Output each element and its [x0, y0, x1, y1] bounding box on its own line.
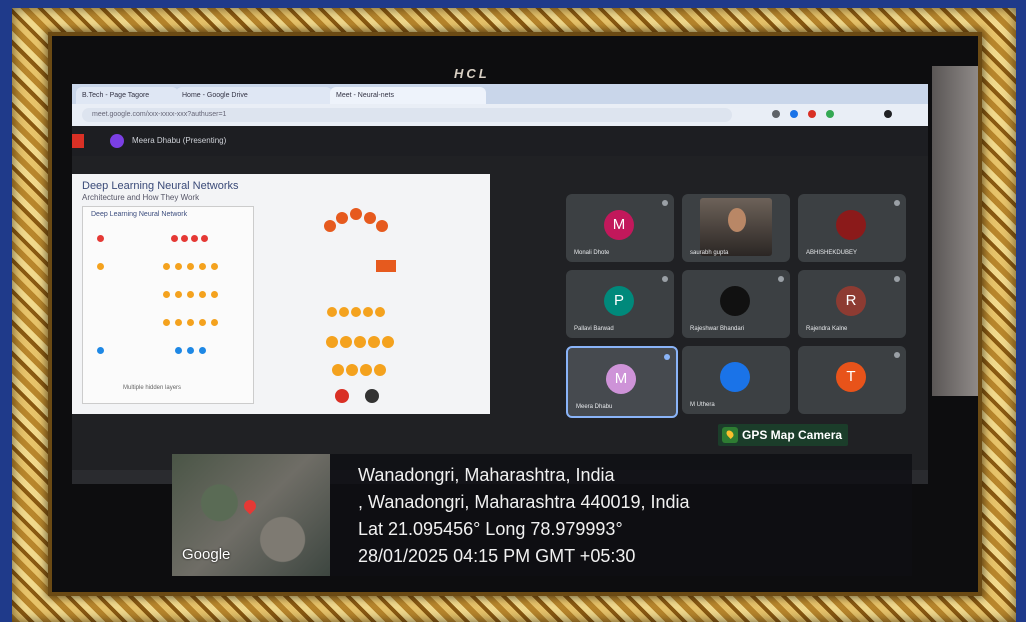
speaking-icon	[664, 354, 670, 360]
meet-header: Meera Dhabu (Presenting)	[72, 126, 928, 156]
participant-tile[interactable]: saurabh gupta	[682, 194, 790, 262]
hidden-node	[163, 291, 170, 298]
participant-avatar: R	[836, 286, 866, 316]
profile-avatar[interactable]	[884, 110, 892, 118]
participant-tile[interactable]: P Pallavi Barwad	[566, 270, 674, 338]
output-node	[199, 347, 206, 354]
participant-tile[interactable]: M Uthera	[682, 346, 790, 414]
feature-hierarchy-diagram	[324, 208, 396, 403]
hidden-node	[175, 291, 182, 298]
presenter-label: Meera Dhabu (Presenting)	[132, 136, 227, 145]
input-node	[171, 235, 178, 242]
mic-icon	[662, 276, 668, 282]
gps-app-name: GPS Map Camera	[742, 428, 843, 442]
output-node	[187, 347, 194, 354]
mic-icon	[894, 276, 900, 282]
participant-tile[interactable]: ABHISHEKDUBEY	[798, 194, 906, 262]
hidden-node	[199, 319, 206, 326]
extension-icon[interactable]	[790, 110, 798, 118]
gps-text: Wanadongri, Maharashtra, India , Wanadon…	[358, 462, 690, 570]
neural-network-diagram: Deep Learning Neural Network Multiple hi…	[82, 206, 254, 404]
legend-output-node	[97, 347, 104, 354]
hidden-node	[175, 263, 182, 270]
participant-tile[interactable]: R Rajendra Kalne	[798, 270, 906, 338]
map-thumbnail: Google	[172, 454, 330, 576]
hidden-node	[187, 263, 194, 270]
hidden-node	[163, 319, 170, 326]
participant-tile[interactable]: T	[798, 346, 906, 414]
participant-name: saurabh gupta	[690, 250, 729, 256]
presenter-avatar	[110, 134, 124, 148]
face	[728, 208, 746, 232]
map-provider-label: Google	[182, 546, 231, 563]
mic-icon	[662, 200, 668, 206]
participant-name: Rajendra Kalne	[806, 326, 848, 332]
ornate-photo-frame: HCL B.Tech - Page Tagore Home - Google D…	[12, 8, 1016, 622]
participant-name: Meera Dhabu	[576, 404, 613, 410]
browser-tab[interactable]: Home - Google Drive	[176, 87, 332, 104]
laptop-brand-logo: HCL	[454, 66, 490, 81]
participant-video	[700, 198, 772, 256]
participant-name: M Uthera	[690, 402, 715, 408]
participant-avatar: P	[604, 286, 634, 316]
participant-avatar	[836, 210, 866, 240]
gps-datetime: 28/01/2025 04:15 PM GMT +05:30	[358, 546, 636, 566]
output-node	[175, 347, 182, 354]
extension-icon[interactable]	[826, 110, 834, 118]
gps-app-badge: GPS Map Camera	[718, 424, 849, 446]
browser-tab[interactable]: B.Tech - Page Tagore	[76, 87, 178, 104]
participant-avatar: M	[604, 210, 634, 240]
input-node	[201, 235, 208, 242]
browser-address-bar: meet.google.com/xxx-xxxx-xxx?authuser=1	[72, 104, 928, 126]
extension-icon[interactable]	[772, 110, 780, 118]
hidden-node	[211, 291, 218, 298]
participant-avatar: T	[836, 362, 866, 392]
background-wall	[932, 66, 978, 396]
diagram-title: Deep Learning Neural Network	[91, 211, 188, 218]
browser-tab-active[interactable]: Meet - Neural-nets	[330, 87, 486, 104]
participant-name: Monali Dhote	[574, 250, 610, 256]
participant-name: Pallavi Barwad	[574, 326, 614, 332]
input-node	[181, 235, 188, 242]
hidden-node	[211, 319, 218, 326]
legend-hidden-node	[97, 263, 104, 270]
participant-name: ABHISHEKDUBEY	[806, 250, 858, 256]
browser-tab-bar: B.Tech - Page Tagore Home - Google Drive…	[72, 84, 928, 104]
diagram-footer: Multiple hidden layers	[123, 385, 182, 391]
participant-tile-self[interactable]: M Meera Dhabu	[566, 346, 678, 418]
hidden-node	[199, 291, 206, 298]
participant-avatar	[720, 286, 750, 316]
slide-title: Deep Learning Neural Networks	[82, 180, 239, 192]
gps-address: , Wanadongri, Maharashtra 440019, India	[358, 492, 690, 512]
record-indicator	[72, 134, 84, 148]
extension-icon[interactable]	[808, 110, 816, 118]
participant-tile[interactable]: M Monali Dhote	[566, 194, 674, 262]
hidden-node	[211, 263, 218, 270]
gps-coordinates: Lat 21.095456° Long 78.979993°	[358, 519, 623, 539]
hidden-node	[163, 263, 170, 270]
shared-slide: Deep Learning Neural Networks Architectu…	[72, 174, 490, 414]
mic-icon	[778, 276, 784, 282]
participant-tile[interactable]: Rajeshwar Bhandari	[682, 270, 790, 338]
input-node	[191, 235, 198, 242]
slide-subtitle: Architecture and How They Work	[82, 193, 200, 202]
hidden-node	[175, 319, 182, 326]
location-pin-icon	[241, 497, 259, 515]
hidden-node	[187, 319, 194, 326]
hidden-node	[187, 291, 194, 298]
map-pin-icon	[722, 427, 738, 443]
mic-icon	[894, 352, 900, 358]
mic-icon	[894, 200, 900, 206]
participant-avatar: M	[606, 364, 636, 394]
hidden-node	[199, 263, 206, 270]
participant-name: Rajeshwar Bhandari	[690, 326, 745, 332]
gps-stamp: Google Wanadongri, Maharashtra, India , …	[172, 454, 912, 576]
url-field[interactable]: meet.google.com/xxx-xxxx-xxx?authuser=1	[82, 108, 732, 122]
gps-place: Wanadongri, Maharashtra, India	[358, 465, 615, 485]
participant-avatar	[720, 362, 750, 392]
legend-input-node	[97, 235, 104, 242]
